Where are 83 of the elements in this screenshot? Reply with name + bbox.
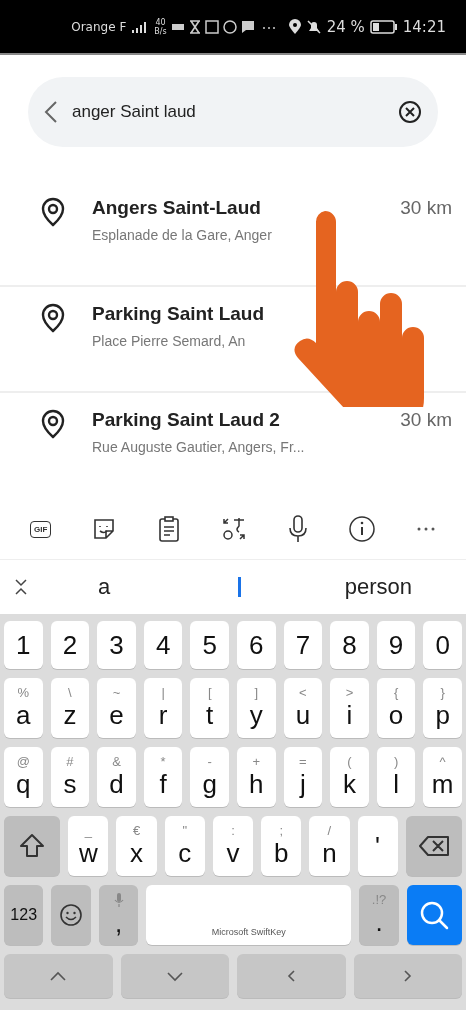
key[interactable]: [ t [190,678,229,738]
search-icon [418,899,451,931]
key[interactable]: | r [143,678,183,738]
emoji-icon [59,903,84,927]
key[interactable]: { o [376,678,416,738]
battery-icon [369,19,398,34]
collapse-icon[interactable] [14,578,28,596]
back-icon[interactable] [44,100,58,124]
word-suggestion[interactable]: person [344,574,412,600]
key[interactable]: 2 [50,621,90,669]
place-name: Parking Saint Laud [92,303,266,325]
distance: 30 km [400,197,452,220]
key[interactable]: 7 [283,621,323,669]
place-address: Rue Auguste Gautier, Angers, Fr... [92,439,306,455]
search-key[interactable] [406,885,462,945]
place-address: Place Pierre Semard, An [92,333,247,349]
location-pin-icon [40,303,66,333]
key[interactable]: " c [164,816,205,876]
location-icon [288,18,301,35]
result-item[interactable]: Parking Saint Laud 2 Rue Auguste Gautier, Angers, Fr... 30 km [0,393,466,499]
key[interactable]: 5 [190,621,229,669]
location-pin-icon [40,409,66,439]
clock-time: 14:21 [402,17,446,36]
key[interactable]: 3 [97,621,136,669]
microphone-icon [113,892,124,908]
key[interactable]: _ w [68,816,109,876]
key[interactable]: ~ e [97,678,136,738]
key[interactable]: & d [97,747,136,807]
place-address: Esplanade de la Gare, Anger [92,227,273,243]
key[interactable]: 6 [237,621,276,669]
shift-icon [18,832,47,860]
comma-key[interactable]: , [98,885,139,945]
place-name: Angers Saint-Laud [92,197,262,219]
key[interactable]: 8 [330,621,369,669]
key[interactable]: } p [423,678,462,738]
key[interactable]: ( k [330,747,369,807]
key[interactable]: / n [309,816,350,876]
period-key[interactable]: .!? . [359,885,399,945]
carrier-name: Orange F [71,19,127,34]
key[interactable]: @ q [4,747,43,807]
key[interactable]: ) l [376,747,416,807]
clear-icon[interactable] [398,100,422,124]
distance: 30 km [400,409,452,432]
place-name: Parking Saint Laud 2 [92,409,281,431]
shift-key[interactable] [4,816,61,876]
muted-bell-icon [305,18,322,35]
key[interactable]: 1 [4,621,43,669]
word-suggestion[interactable]: a [28,574,208,600]
key[interactable]: ; b [261,816,302,876]
key[interactable]: # s [50,747,90,807]
info-icon[interactable] [347,515,376,543]
key[interactable]: \ z [50,678,90,738]
key[interactable]: = j [283,747,323,807]
key[interactable]: : v [212,816,254,876]
key[interactable]: - g [190,747,229,807]
location-pin-icon [40,197,66,227]
key[interactable]: 4 [143,621,183,669]
key[interactable]: 9 [376,621,416,669]
text-cursor [238,577,241,597]
clipboard-icon[interactable] [157,515,180,543]
chevron-down-icon [164,970,185,982]
key[interactable]: ' [357,816,398,876]
backspace-icon [417,835,450,857]
space-key[interactable]: Microsoft SwiftKey [146,885,352,945]
key[interactable]: 0 [423,621,462,669]
key[interactable]: * f [143,747,183,807]
key[interactable]: + h [237,747,276,807]
key[interactable]: % a [4,678,43,738]
numbers-key[interactable]: 123 [4,885,44,945]
network-speed: 40 [155,17,166,27]
key[interactable]: € x [116,816,157,876]
more-icon[interactable] [415,526,436,532]
search-input[interactable]: anger Saint laud [72,102,384,122]
gif-button[interactable]: GIF [30,520,52,538]
key[interactable]: ] y [237,678,276,738]
backspace-key[interactable] [405,816,462,876]
key[interactable]: < u [283,678,323,738]
key[interactable]: ^ m [423,747,462,807]
speed-unit: B/s [154,26,167,36]
battery-percent: 24 % [326,17,365,36]
emoji-key[interactable] [51,885,91,945]
microphone-icon[interactable] [287,514,308,544]
key[interactable]: > i [330,678,369,738]
